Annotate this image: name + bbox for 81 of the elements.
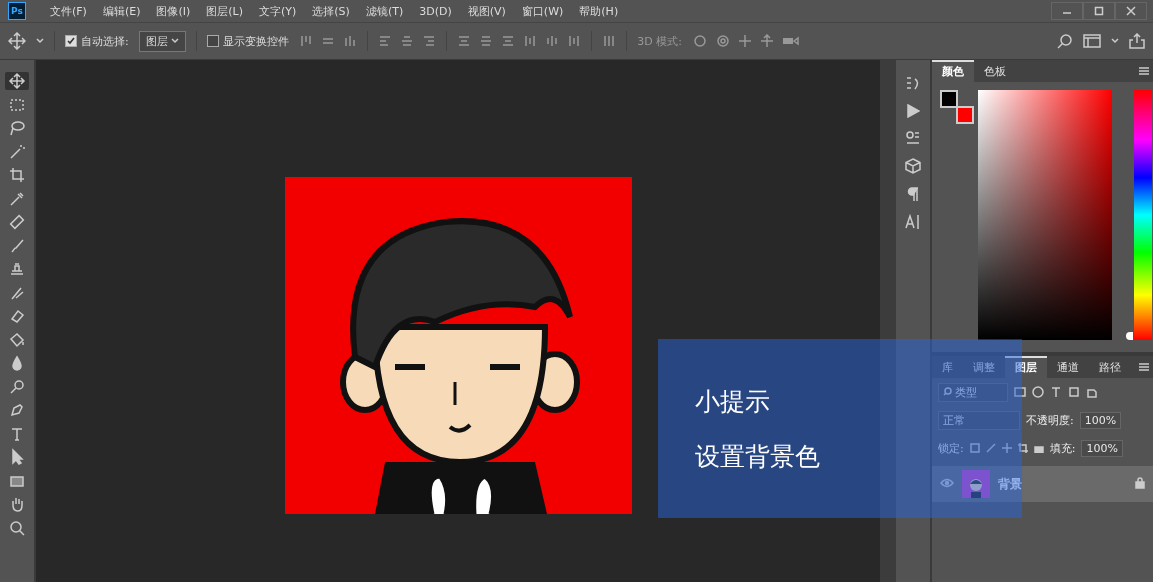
caret-icon bbox=[171, 36, 180, 45]
panel-tab[interactable]: 通道 bbox=[1047, 356, 1089, 378]
app-logo[interactable]: Ps bbox=[8, 2, 26, 20]
filter-field[interactable]: 类型 bbox=[938, 382, 1008, 402]
tool-stamp-icon bbox=[8, 260, 26, 278]
panel-tab[interactable]: 色板 bbox=[974, 60, 1016, 82]
tool-heal-icon bbox=[8, 213, 26, 231]
menu-item[interactable]: 编辑(E) bbox=[94, 3, 149, 19]
play-icon[interactable] bbox=[906, 104, 920, 118]
panel-menu-icon[interactable] bbox=[1139, 362, 1149, 371]
menu-item[interactable]: 窗口(W) bbox=[513, 3, 572, 19]
share-icon[interactable] bbox=[1129, 33, 1145, 49]
search-icon[interactable] bbox=[1057, 33, 1073, 49]
lock-all-icon[interactable] bbox=[1033, 443, 1044, 453]
tool-zoom-icon bbox=[8, 518, 26, 537]
menu-item[interactable]: 文字(Y) bbox=[251, 3, 305, 19]
cube-icon[interactable] bbox=[905, 158, 921, 174]
close-icon[interactable] bbox=[1115, 2, 1147, 20]
menu-item[interactable]: 3D(D) bbox=[411, 4, 460, 18]
adjustment-filter-icon[interactable] bbox=[1032, 386, 1044, 398]
lock-brush-icon[interactable] bbox=[985, 443, 996, 453]
panel-tab[interactable]: 库 bbox=[932, 356, 963, 378]
menu-item[interactable]: 视图(V) bbox=[459, 3, 514, 19]
minimize-icon[interactable] bbox=[1051, 2, 1083, 20]
tool-bucket-icon bbox=[8, 330, 26, 349]
shape-filter-icon[interactable] bbox=[1068, 386, 1080, 398]
tool-eyedropper-icon bbox=[8, 189, 26, 208]
opacity-field[interactable]: 100% bbox=[1079, 411, 1122, 429]
properties-icon[interactable] bbox=[905, 130, 921, 146]
menu-item[interactable]: 图层(L) bbox=[198, 3, 251, 19]
tool-move-icon bbox=[8, 72, 26, 90]
menu-item[interactable]: 帮助(H) bbox=[571, 3, 627, 19]
layer-name: 背景 bbox=[998, 475, 1022, 493]
checkbox-label: 自动选择: bbox=[81, 33, 129, 49]
panel-tab[interactable]: 路径 bbox=[1089, 356, 1131, 378]
fill-field[interactable]: 100% bbox=[1081, 439, 1123, 457]
panel-tab[interactable]: 颜色 bbox=[932, 60, 974, 82]
foreground-swatch[interactable] bbox=[940, 90, 958, 108]
checkbox[interactable] bbox=[207, 35, 220, 47]
lock-icon bbox=[1135, 476, 1145, 489]
tool-dodge-icon bbox=[8, 377, 26, 396]
move-icon[interactable] bbox=[8, 32, 26, 50]
menu-item[interactable]: 图像(I) bbox=[148, 3, 199, 19]
mode-label: 3D 模式: bbox=[637, 33, 682, 49]
hue-slider-thumb[interactable] bbox=[1126, 332, 1133, 340]
tool-crop-icon bbox=[8, 166, 26, 184]
character-icon[interactable] bbox=[905, 214, 921, 230]
target-dropdown[interactable]: 图层 bbox=[138, 30, 187, 52]
tip-title: 小提示 bbox=[695, 385, 770, 418]
video-camera-icon[interactable] bbox=[781, 34, 800, 48]
background-swatch[interactable] bbox=[956, 106, 974, 124]
checkbox[interactable] bbox=[65, 35, 77, 47]
tool-eraser-icon bbox=[8, 307, 26, 325]
caret-icon[interactable] bbox=[1111, 37, 1119, 45]
checkbox-label: 显示变换控件 bbox=[223, 33, 290, 49]
tip-text: 设置背景色 bbox=[695, 440, 820, 473]
panel-tab[interactable]: 图层 bbox=[1005, 356, 1047, 378]
opacity-label: 不透明度: bbox=[1026, 412, 1074, 428]
caret-icon[interactable] bbox=[36, 37, 44, 45]
menu-item[interactable]: 滤镜(T) bbox=[357, 3, 412, 19]
tool-pen-icon bbox=[8, 401, 26, 419]
maximize-icon[interactable] bbox=[1083, 2, 1115, 20]
lock-artboard-icon[interactable] bbox=[1017, 443, 1028, 453]
color-field[interactable] bbox=[978, 90, 1112, 340]
panel-tab[interactable]: 调整 bbox=[963, 356, 1005, 378]
paragraph-icon[interactable] bbox=[906, 186, 920, 202]
workspace-icon[interactable] bbox=[1083, 34, 1101, 48]
roll-icon[interactable] bbox=[715, 34, 730, 48]
type-filter-icon[interactable] bbox=[1050, 386, 1062, 398]
smart-object-filter-icon[interactable] bbox=[1086, 386, 1098, 398]
layer-thumbnail bbox=[962, 470, 990, 498]
menu-item[interactable]: 文件(F) bbox=[42, 3, 95, 19]
tool-lasso-icon bbox=[8, 119, 26, 137]
image-filter-icon[interactable] bbox=[1014, 386, 1026, 398]
tool-button[interactable] bbox=[5, 72, 29, 90]
tool-wand-icon bbox=[8, 142, 26, 161]
lock-label: 锁定: bbox=[938, 440, 964, 456]
fill-label: 填充: bbox=[1049, 440, 1076, 456]
search-icon bbox=[943, 386, 952, 396]
menu-item[interactable]: 选择(S) bbox=[304, 3, 358, 19]
panel-menu-icon[interactable] bbox=[1139, 66, 1149, 75]
